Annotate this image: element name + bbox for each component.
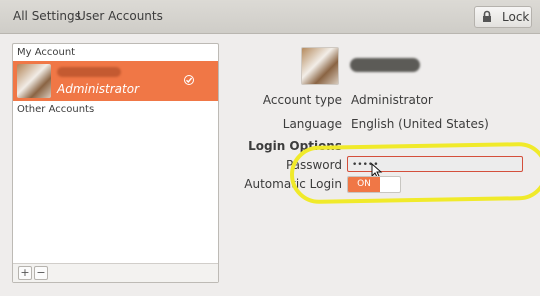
language-value[interactable]: English (United States) [351, 117, 489, 131]
language-label: Language [282, 117, 342, 131]
highlight-annotation [289, 141, 540, 205]
account-list[interactable]: My Account Administrator Other Accounts … [12, 43, 219, 283]
my-account-header: My Account [17, 47, 76, 58]
account-type-value[interactable]: Administrator [351, 93, 433, 107]
window-title: User Accounts [77, 9, 163, 23]
lock-button[interactable]: Lock [474, 6, 532, 28]
check-icon [184, 74, 194, 88]
remove-user-button[interactable]: − [34, 266, 48, 280]
account-row-current[interactable]: Administrator [13, 61, 218, 101]
avatar [17, 64, 51, 98]
account-role: Administrator [57, 82, 140, 96]
list-toolbar: + − [13, 263, 218, 282]
user-name-redacted [57, 67, 121, 77]
full-name-redacted[interactable] [350, 58, 420, 72]
add-user-button[interactable]: + [18, 266, 32, 280]
header-bar: All Settings User Accounts Lock [0, 0, 540, 34]
account-type-label: Account type [262, 93, 342, 107]
other-accounts-header: Other Accounts [17, 104, 95, 115]
user-avatar[interactable] [301, 47, 339, 85]
lock-icon [481, 10, 493, 26]
all-settings-button[interactable]: All Settings [13, 9, 81, 23]
lock-label: Lock [502, 10, 530, 24]
